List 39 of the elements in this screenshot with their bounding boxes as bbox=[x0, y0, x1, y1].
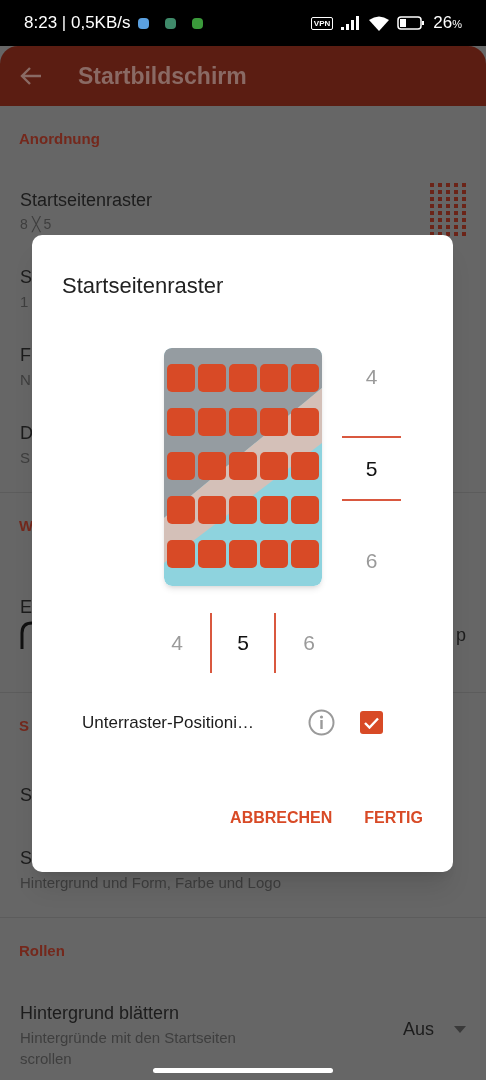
check-icon bbox=[364, 716, 379, 729]
setting-title: F bbox=[20, 344, 31, 368]
picker-option[interactable]: 5 bbox=[210, 613, 276, 673]
grid-icon bbox=[430, 183, 466, 239]
setting-title: S bbox=[20, 266, 32, 290]
picker-option[interactable]: 5 bbox=[342, 436, 401, 501]
setting-value: p bbox=[456, 623, 466, 647]
section-header: S bbox=[19, 715, 29, 736]
dropdown[interactable]: Aus bbox=[402, 1016, 466, 1043]
setting-title: D bbox=[20, 422, 33, 446]
status-time: 8:23 | 0,5KB/s bbox=[24, 12, 131, 35]
setting-title: S bbox=[20, 783, 32, 807]
picker-option[interactable]: 4 bbox=[144, 613, 210, 673]
setting-title: S bbox=[20, 847, 32, 871]
section-header: Rollen bbox=[19, 940, 65, 961]
setting-title: E bbox=[20, 596, 33, 619]
info-icon[interactable] bbox=[308, 709, 335, 736]
signal-icon bbox=[341, 16, 362, 30]
picker-option[interactable]: 6 bbox=[342, 528, 401, 593]
dialog-button[interactable]: ABBRECHEN bbox=[230, 806, 333, 830]
dropdown-caret-icon bbox=[454, 1026, 466, 1033]
battery-icon bbox=[397, 16, 426, 30]
picker-option[interactable]: 6 bbox=[276, 613, 342, 673]
app-bar-title: Startbildschirm bbox=[78, 61, 247, 91]
vpn-badge: VPN bbox=[310, 16, 334, 30]
picker-option[interactable]: 4 bbox=[342, 344, 401, 409]
battery-level: 26 bbox=[433, 12, 453, 35]
percent-sign: % bbox=[452, 18, 462, 33]
setting-title: Startseitenraster bbox=[20, 189, 153, 212]
section-header: Anordnung bbox=[19, 128, 100, 149]
wifi-icon bbox=[369, 15, 390, 31]
dialog-button[interactable]: FERTIG bbox=[364, 806, 423, 830]
option-label: Unterraster-Positioni… bbox=[82, 711, 255, 734]
setting-title: Hintergrund blättern bbox=[20, 1002, 181, 1025]
section-header: W bbox=[19, 515, 34, 536]
back-arrow-icon[interactable] bbox=[20, 66, 42, 86]
dialog-title: Startseitenraster bbox=[62, 272, 225, 300]
checkbox[interactable] bbox=[360, 711, 383, 734]
arc-icon bbox=[20, 621, 32, 649]
